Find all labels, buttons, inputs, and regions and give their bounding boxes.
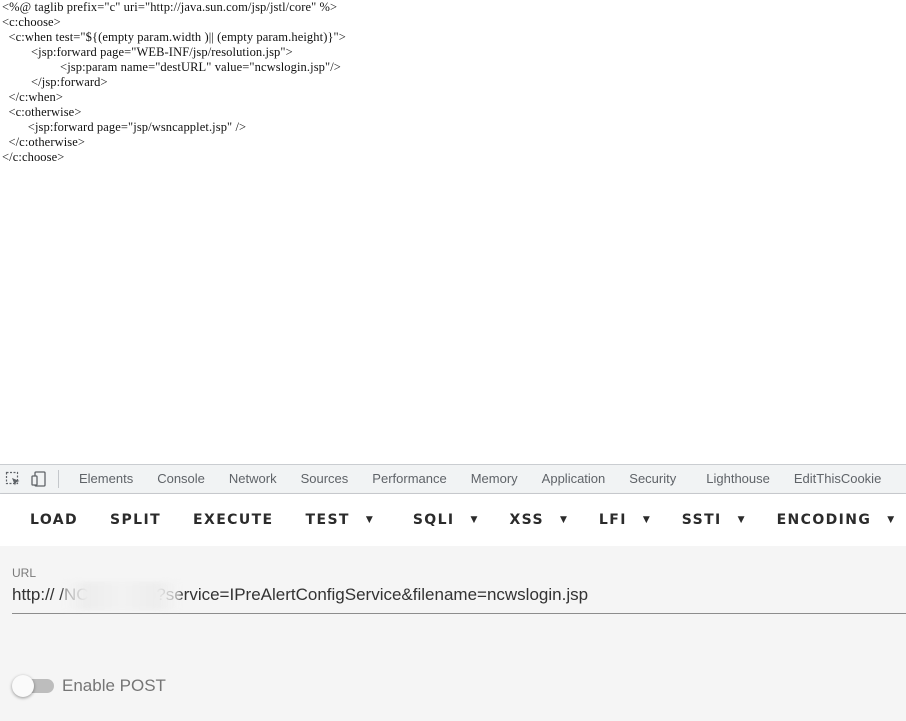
tab-security[interactable]: Security: [617, 465, 688, 493]
enable-post-label: Enable POST: [62, 676, 166, 695]
split-button[interactable]: SPLIT: [94, 502, 177, 538]
tab-lighthouse[interactable]: Lighthouse: [688, 465, 782, 493]
chevron-down-icon: ▼: [365, 515, 373, 525]
enable-post-toggle[interactable]: [12, 674, 56, 698]
ssti-dropdown-label: SSTI: [681, 512, 722, 528]
source-line: <c:when test="${(empty param.width )|| (…: [2, 30, 346, 44]
url-field-label: URL: [12, 566, 37, 580]
chevron-down-icon: ▼: [470, 515, 478, 525]
chevron-down-icon: ▼: [737, 515, 745, 525]
source-line: </c:otherwise>: [2, 135, 86, 149]
page-source-view: <%@ taglib prefix="c" uri="http://java.s…: [0, 0, 906, 464]
source-line: <%@ taglib prefix="c" uri="http://java.s…: [2, 0, 338, 14]
lfi-dropdown[interactable]: LFI ▼: [583, 502, 666, 538]
source-line: </c:choose>: [2, 150, 65, 164]
load-button[interactable]: LOAD: [0, 502, 94, 538]
xss-dropdown[interactable]: XSS ▼: [493, 502, 582, 538]
source-line: </jsp:forward>: [2, 75, 108, 89]
chevron-down-icon: ▼: [559, 515, 567, 525]
tab-network[interactable]: Network: [217, 465, 289, 493]
source-line: </c:when>: [2, 90, 64, 104]
split-button-label: SPLIT: [110, 512, 162, 528]
chevron-down-icon: ▼: [642, 515, 650, 525]
tab-console[interactable]: Console: [145, 465, 217, 493]
inspect-element-icon[interactable]: [0, 465, 26, 493]
execute-button-label: EXECUTE: [193, 512, 274, 528]
tab-performance[interactable]: Performance: [360, 465, 458, 493]
hackbar-url-panel: URL http:// /NCFindWeb?service=IPreAlert…: [0, 546, 906, 721]
source-line: <c:otherwise>: [2, 105, 82, 119]
tab-memory[interactable]: Memory: [459, 465, 530, 493]
encoding-dropdown[interactable]: ENCODING ▼: [761, 502, 906, 538]
redacted-host-blur: [64, 582, 180, 610]
tab-sources[interactable]: Sources: [289, 465, 361, 493]
source-line: <jsp:param name="destURL" value="ncwslog…: [2, 60, 341, 74]
source-line: <c:choose>: [2, 15, 61, 29]
sqli-dropdown-label: SQLI: [412, 512, 455, 528]
load-button-label: LOAD: [30, 512, 79, 528]
tab-separator: [58, 470, 59, 488]
tab-application[interactable]: Application: [530, 465, 618, 493]
sqli-dropdown[interactable]: SQLI ▼: [397, 502, 494, 538]
devtools-tab-bar: Elements Console Network Sources Perform…: [0, 464, 906, 494]
execute-button[interactable]: EXECUTE: [177, 502, 289, 538]
tab-elements[interactable]: Elements: [67, 465, 145, 493]
tab-editthiscookie[interactable]: EditThisCookie: [782, 465, 893, 493]
hackbar-toolbar: LOAD SPLIT EXECUTE TEST ▼ SQLI ▼ XSS ▼ L…: [0, 494, 906, 546]
chevron-down-icon: ▼: [887, 515, 895, 525]
url-input[interactable]: http:// /NCFindWeb?service=IPreAlertConf…: [12, 582, 906, 614]
test-dropdown[interactable]: TEST ▼: [290, 502, 389, 538]
encoding-dropdown-label: ENCODING: [776, 512, 872, 528]
jsp-source-code: <%@ taglib prefix="c" uri="http://java.s…: [2, 0, 346, 165]
test-dropdown-label: TEST: [305, 512, 350, 528]
ssti-dropdown[interactable]: SSTI ▼: [666, 502, 761, 538]
lfi-dropdown-label: LFI: [598, 512, 627, 528]
toggle-thumb: [12, 675, 34, 697]
source-line: <jsp:forward page="WEB-INF/jsp/resolutio…: [2, 45, 293, 59]
source-line: <jsp:forward page="jsp/wsncapplet.jsp" /…: [2, 120, 247, 134]
xss-dropdown-label: XSS: [509, 512, 544, 528]
device-toolbar-icon[interactable]: [26, 465, 52, 493]
